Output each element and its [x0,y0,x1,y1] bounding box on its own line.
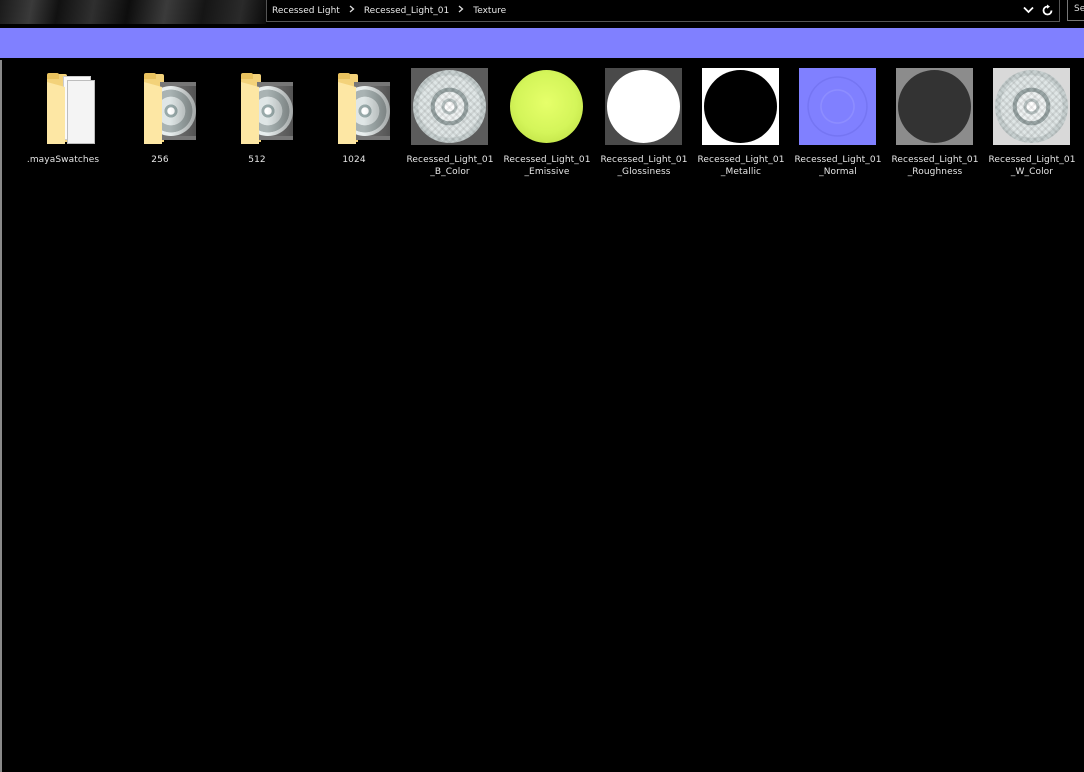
folder-icon [17,66,109,146]
texture-thumbnail [501,66,593,146]
file-name: Recessed_Light_01 _Glossiness [600,155,688,177]
texture-thumbnail [792,66,884,146]
file-item-roughness[interactable]: Recessed_Light_01 _Roughness [889,66,981,178]
file-item-emissive[interactable]: Recessed_Light_01 _Emissive [501,66,593,178]
address-dropdown-button[interactable] [1021,3,1035,17]
file-name: Recessed_Light_01 _Normal [794,155,882,177]
file-item-1024[interactable]: 1024 [308,66,400,166]
breadcrumb-item-recessed-light-01[interactable]: Recessed_Light_01 [364,6,449,16]
breadcrumb-item-recessed-light[interactable]: Recessed Light [272,6,340,16]
breadcrumb[interactable]: Recessed Light Recessed_Light_01 Texture [266,0,1060,22]
folder-icon [114,66,206,146]
refresh-button[interactable] [1039,2,1055,18]
file-item-maya-swatches[interactable]: .mayaSwatches [17,66,109,166]
file-item-metallic[interactable]: Recessed_Light_01 _Metallic [695,66,787,178]
file-view[interactable]: .mayaSwatches 256 512 1024 Recessed_Ligh… [0,60,1084,772]
chevron-right-icon[interactable] [458,5,464,15]
window-thumbnail [0,0,266,24]
file-name: .mayaSwatches [26,155,100,165]
texture-thumbnail [986,66,1078,146]
file-name: 256 [151,155,169,165]
texture-thumbnail [404,66,496,146]
texture-thumbnail [695,66,787,146]
ribbon-bar [0,28,1084,58]
file-item-256[interactable]: 256 [114,66,206,166]
search-input[interactable]: Se [1067,0,1084,21]
file-name: Recessed_Light_01 _Emissive [503,155,591,177]
file-name: Recessed_Light_01 _Metallic [697,155,785,177]
breadcrumb-item-texture[interactable]: Texture [473,6,506,16]
refresh-icon [1042,4,1052,15]
folder-icon [308,66,400,146]
texture-thumbnail [598,66,690,146]
address-bar: Recessed Light Recessed_Light_01 Texture… [0,0,1084,26]
file-name: Recessed_Light_01 _B_Color [406,155,494,177]
file-item-b-color[interactable]: Recessed_Light_01 _B_Color [404,66,496,178]
chevron-down-icon [1022,6,1034,14]
file-name: Recessed_Light_01 _Roughness [891,155,979,177]
file-item-w-color[interactable]: Recessed_Light_01 _W_Color [986,66,1078,178]
chevron-right-icon[interactable] [349,5,355,15]
folder-icon [211,66,303,146]
file-name: 512 [248,155,266,165]
file-name: 1024 [342,155,366,165]
file-item-normal[interactable]: Recessed_Light_01 _Normal [792,66,884,178]
texture-thumbnail [889,66,981,146]
file-item-512[interactable]: 512 [211,66,303,166]
file-name: Recessed_Light_01 _W_Color [988,155,1076,177]
file-item-glossiness[interactable]: Recessed_Light_01 _Glossiness [598,66,690,178]
